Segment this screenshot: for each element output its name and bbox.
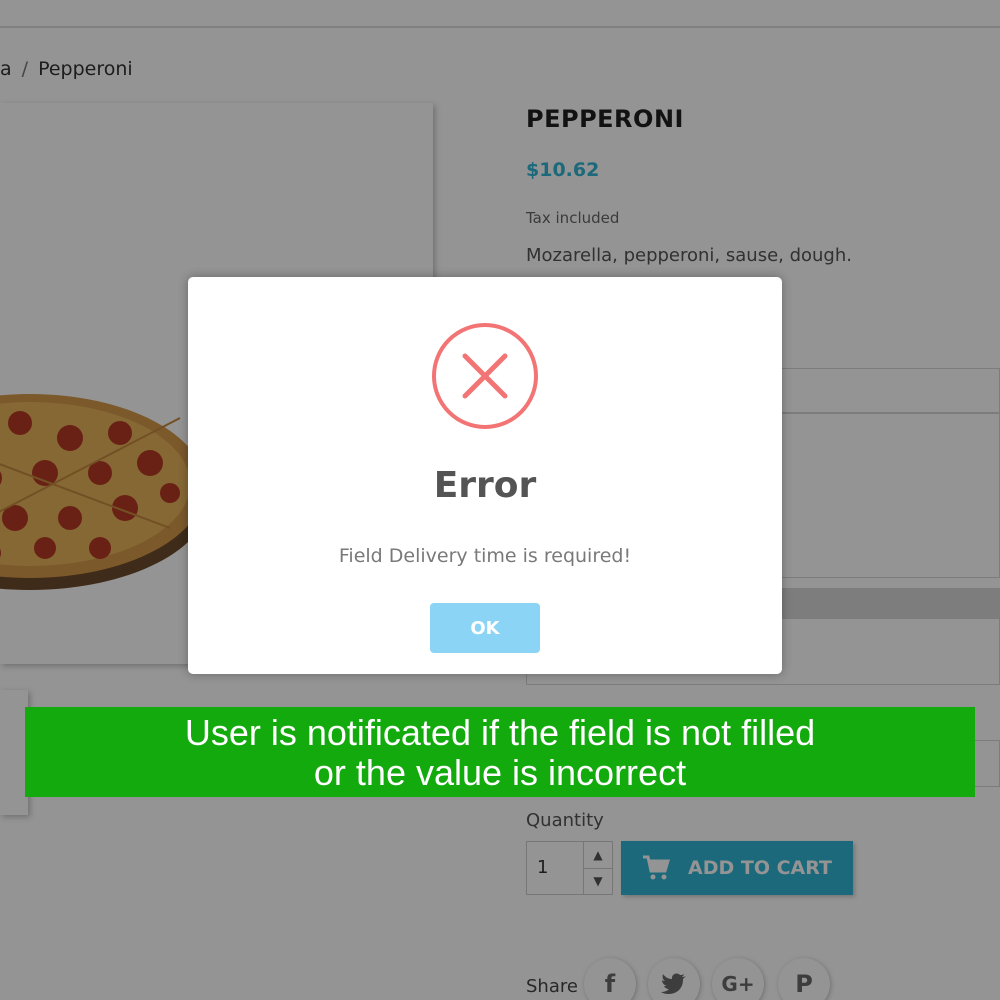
caption-line-2: or the value is incorrect [313,752,687,793]
caption-line-1: User is notificated if the field is not … [184,712,816,753]
dialog-title: Error [433,465,537,506]
error-x-icon [432,323,538,429]
caption-banner: User is notificated if the field is not … [25,707,975,797]
error-dialog: Error Field Delivery time is required! O… [188,277,782,674]
dialog-message: Field Delivery time is required! [338,545,632,567]
ok-button[interactable]: OK [430,603,540,653]
